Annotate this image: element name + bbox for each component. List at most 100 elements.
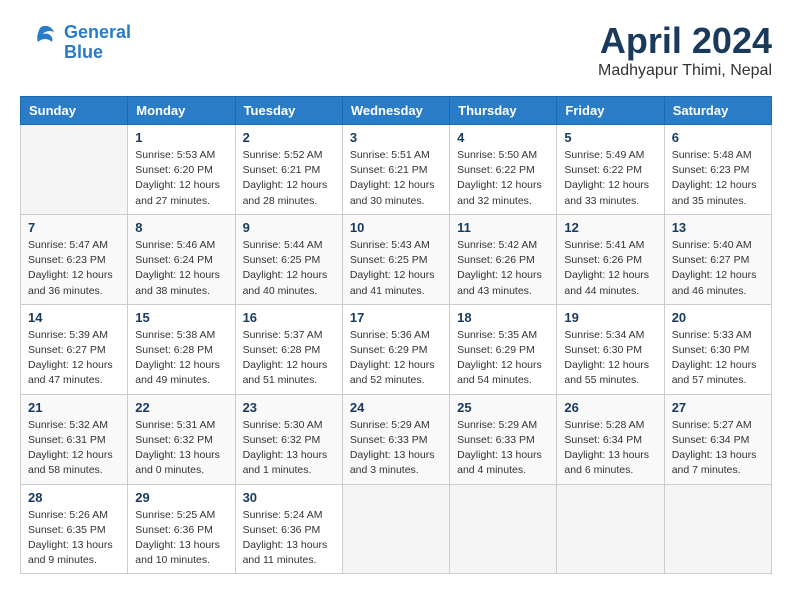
calendar-cell: 29 Sunrise: 5:25 AMSunset: 6:36 PMDayligh… xyxy=(128,484,235,574)
weekday-header: Thursday xyxy=(450,97,557,125)
calendar-week-row: 1 Sunrise: 5:53 AMSunset: 6:20 PMDaylight… xyxy=(21,125,772,215)
day-number: 27 xyxy=(672,400,764,415)
calendar-cell xyxy=(664,484,771,574)
day-number: 23 xyxy=(243,400,335,415)
day-number: 18 xyxy=(457,310,549,325)
day-info: Sunrise: 5:52 AMSunset: 6:21 PMDaylight:… xyxy=(243,148,335,209)
calendar-week-row: 21 Sunrise: 5:32 AMSunset: 6:31 PMDayligh… xyxy=(21,394,772,484)
day-number: 22 xyxy=(135,400,227,415)
day-number: 12 xyxy=(564,220,656,235)
day-number: 4 xyxy=(457,130,549,145)
calendar-cell xyxy=(450,484,557,574)
logo-text: General Blue xyxy=(64,23,131,63)
calendar-header-row: SundayMondayTuesdayWednesdayThursdayFrid… xyxy=(21,97,772,125)
calendar-cell: 28 Sunrise: 5:26 AMSunset: 6:35 PMDayligh… xyxy=(21,484,128,574)
day-info: Sunrise: 5:33 AMSunset: 6:30 PMDaylight:… xyxy=(672,328,764,389)
day-number: 20 xyxy=(672,310,764,325)
day-number: 5 xyxy=(564,130,656,145)
calendar-cell: 2 Sunrise: 5:52 AMSunset: 6:21 PMDaylight… xyxy=(235,125,342,215)
day-info: Sunrise: 5:36 AMSunset: 6:29 PMDaylight:… xyxy=(350,328,442,389)
day-number: 9 xyxy=(243,220,335,235)
day-info: Sunrise: 5:37 AMSunset: 6:28 PMDaylight:… xyxy=(243,328,335,389)
logo-blue: Blue xyxy=(64,42,103,62)
weekday-header: Saturday xyxy=(664,97,771,125)
day-number: 30 xyxy=(243,490,335,505)
calendar-week-row: 14Sunrise: 5:39 AMSunset: 6:27 PMDayligh… xyxy=(21,304,772,394)
day-info: Sunrise: 5:48 AMSunset: 6:23 PMDaylight:… xyxy=(672,148,764,209)
day-info: Sunrise: 5:31 AMSunset: 6:32 PMDaylight:… xyxy=(135,418,227,479)
day-info: Sunrise: 5:35 AMSunset: 6:29 PMDaylight:… xyxy=(457,328,549,389)
calendar-cell: 24 Sunrise: 5:29 AMSunset: 6:33 PMDayligh… xyxy=(342,394,449,484)
calendar-cell: 4 Sunrise: 5:50 AMSunset: 6:22 PMDaylight… xyxy=(450,125,557,215)
day-info: Sunrise: 5:50 AMSunset: 6:22 PMDaylight:… xyxy=(457,148,549,209)
day-number: 16 xyxy=(243,310,335,325)
weekday-header: Tuesday xyxy=(235,97,342,125)
day-info: Sunrise: 5:28 AMSunset: 6:34 PMDaylight:… xyxy=(564,418,656,479)
calendar-week-row: 7 Sunrise: 5:47 AMSunset: 6:23 PMDaylight… xyxy=(21,214,772,304)
calendar-cell: 30 Sunrise: 5:24 AMSunset: 6:36 PMDayligh… xyxy=(235,484,342,574)
day-number: 1 xyxy=(135,130,227,145)
logo-general: General xyxy=(64,22,131,42)
calendar-cell: 13Sunrise: 5:40 AMSunset: 6:27 PMDayligh… xyxy=(664,214,771,304)
calendar-cell: 23 Sunrise: 5:30 AMSunset: 6:32 PMDayligh… xyxy=(235,394,342,484)
day-info: Sunrise: 5:34 AMSunset: 6:30 PMDaylight:… xyxy=(564,328,656,389)
day-number: 14 xyxy=(28,310,120,325)
logo: General Blue xyxy=(20,20,131,65)
calendar-week-row: 28 Sunrise: 5:26 AMSunset: 6:35 PMDayligh… xyxy=(21,484,772,574)
day-info: Sunrise: 5:42 AMSunset: 6:26 PMDaylight:… xyxy=(457,238,549,299)
day-number: 25 xyxy=(457,400,549,415)
day-info: Sunrise: 5:49 AMSunset: 6:22 PMDaylight:… xyxy=(564,148,656,209)
calendar-cell: 15 Sunrise: 5:38 AMSunset: 6:28 PMDayligh… xyxy=(128,304,235,394)
calendar-cell: 22 Sunrise: 5:31 AMSunset: 6:32 PMDayligh… xyxy=(128,394,235,484)
calendar-cell: 21 Sunrise: 5:32 AMSunset: 6:31 PMDayligh… xyxy=(21,394,128,484)
day-number: 24 xyxy=(350,400,442,415)
day-info: Sunrise: 5:38 AMSunset: 6:28 PMDaylight:… xyxy=(135,328,227,389)
calendar-cell xyxy=(21,125,128,215)
calendar-table: SundayMondayTuesdayWednesdayThursdayFrid… xyxy=(20,96,772,574)
weekday-header: Monday xyxy=(128,97,235,125)
calendar-cell: 7 Sunrise: 5:47 AMSunset: 6:23 PMDaylight… xyxy=(21,214,128,304)
day-info: Sunrise: 5:51 AMSunset: 6:21 PMDaylight:… xyxy=(350,148,442,209)
calendar-cell: 5 Sunrise: 5:49 AMSunset: 6:22 PMDaylight… xyxy=(557,125,664,215)
day-info: Sunrise: 5:27 AMSunset: 6:34 PMDaylight:… xyxy=(672,418,764,479)
calendar-cell: 17 Sunrise: 5:36 AMSunset: 6:29 PMDayligh… xyxy=(342,304,449,394)
title-block: April 2024 Madhyapur Thimi, Nepal xyxy=(598,20,772,80)
day-number: 28 xyxy=(28,490,120,505)
day-number: 15 xyxy=(135,310,227,325)
day-number: 21 xyxy=(28,400,120,415)
calendar-cell: 19 Sunrise: 5:34 AMSunset: 6:30 PMDayligh… xyxy=(557,304,664,394)
day-info: Sunrise: 5:26 AMSunset: 6:35 PMDaylight:… xyxy=(28,508,120,569)
day-number: 3 xyxy=(350,130,442,145)
day-info: Sunrise: 5:47 AMSunset: 6:23 PMDaylight:… xyxy=(28,238,120,299)
day-number: 29 xyxy=(135,490,227,505)
calendar-cell: 18 Sunrise: 5:35 AMSunset: 6:29 PMDayligh… xyxy=(450,304,557,394)
month-title: April 2024 xyxy=(598,20,772,62)
location: Madhyapur Thimi, Nepal xyxy=(598,62,772,80)
day-info: Sunrise: 5:32 AMSunset: 6:31 PMDaylight:… xyxy=(28,418,120,479)
day-info: Sunrise: 5:30 AMSunset: 6:32 PMDaylight:… xyxy=(243,418,335,479)
calendar-cell: 20 Sunrise: 5:33 AMSunset: 6:30 PMDayligh… xyxy=(664,304,771,394)
day-number: 13 xyxy=(672,220,764,235)
day-info: Sunrise: 5:29 AMSunset: 6:33 PMDaylight:… xyxy=(350,418,442,479)
day-number: 7 xyxy=(28,220,120,235)
day-number: 10 xyxy=(350,220,442,235)
weekday-header: Friday xyxy=(557,97,664,125)
day-info: Sunrise: 5:25 AMSunset: 6:36 PMDaylight:… xyxy=(135,508,227,569)
calendar-cell: 12 Sunrise: 5:41 AMSunset: 6:26 PMDayligh… xyxy=(557,214,664,304)
calendar-cell xyxy=(342,484,449,574)
day-info: Sunrise: 5:24 AMSunset: 6:36 PMDaylight:… xyxy=(243,508,335,569)
day-number: 8 xyxy=(135,220,227,235)
weekday-header: Wednesday xyxy=(342,97,449,125)
day-info: Sunrise: 5:29 AMSunset: 6:33 PMDaylight:… xyxy=(457,418,549,479)
day-number: 26 xyxy=(564,400,656,415)
calendar-cell: 26 Sunrise: 5:28 AMSunset: 6:34 PMDayligh… xyxy=(557,394,664,484)
calendar-cell: 10Sunrise: 5:43 AMSunset: 6:25 PMDayligh… xyxy=(342,214,449,304)
day-info: Sunrise: 5:53 AMSunset: 6:20 PMDaylight:… xyxy=(135,148,227,209)
day-info: Sunrise: 5:41 AMSunset: 6:26 PMDaylight:… xyxy=(564,238,656,299)
day-number: 2 xyxy=(243,130,335,145)
day-number: 11 xyxy=(457,220,549,235)
day-number: 17 xyxy=(350,310,442,325)
calendar-cell: 27 Sunrise: 5:27 AMSunset: 6:34 PMDayligh… xyxy=(664,394,771,484)
day-number: 19 xyxy=(564,310,656,325)
day-number: 6 xyxy=(672,130,764,145)
